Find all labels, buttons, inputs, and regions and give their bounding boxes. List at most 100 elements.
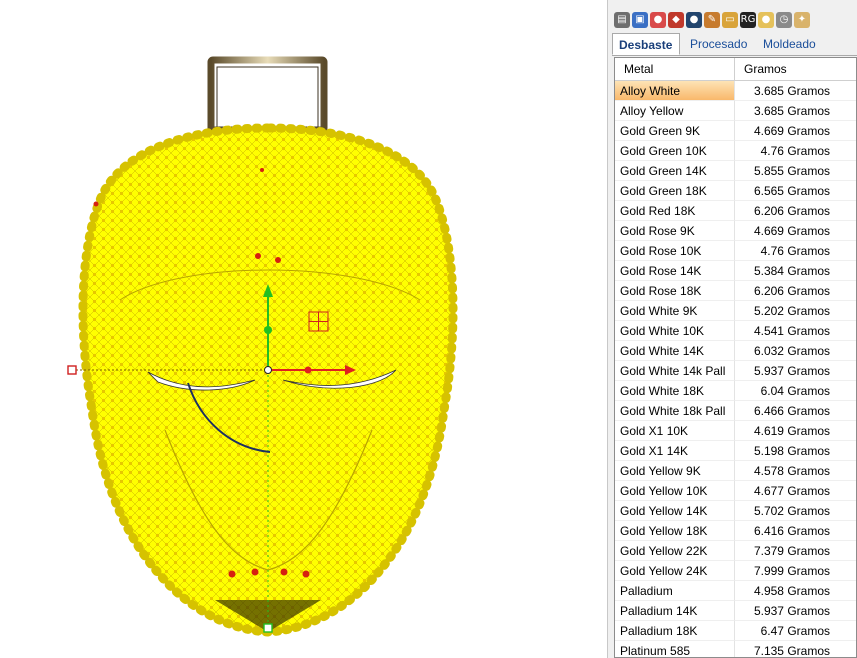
table-row[interactable]: Alloy White 3.685 Gramos [615,81,856,101]
metal-name-cell: Gold White 9K [615,301,735,321]
gizmo-handle-bottom[interactable] [263,623,273,633]
table-row[interactable]: Gold Green 14K 5.855 Gramos [615,161,856,181]
metal-name-cell: Gold Green 10K [615,141,735,161]
weight-cell: 7.135 Gramos [735,641,856,657]
weight-cell: 6.032 Gramos [735,341,856,361]
weight-cell: 5.198 Gramos [735,441,856,461]
metal-name-cell: Gold X1 10K [615,421,735,441]
table-row[interactable]: Gold X1 14K 5.198 Gramos [615,441,856,461]
table-row[interactable]: Gold X1 10K 4.619 Gramos [615,421,856,441]
table-row[interactable]: Gold Rose 9K 4.669 Gramos [615,221,856,241]
metal-name-cell: Gold Green 18K [615,181,735,201]
metal-name-cell: Gold X1 14K [615,441,735,461]
tab-moldeado[interactable]: Moldeado [757,33,827,55]
metal-name-cell: Gold Yellow 22K [615,541,735,561]
table-row[interactable]: Gold White 14k Pall 5.937 Gramos [615,361,856,381]
weight-cell: 4.669 Gramos [735,221,856,241]
weight-cell: 3.685 Gramos [735,81,856,101]
table-row[interactable]: Gold Rose 18K 6.206 Gramos [615,281,856,301]
metal-name-cell: Alloy White [615,81,735,101]
bomb-icon[interactable]: ● [686,12,702,28]
weight-cell: 5.202 Gramos [735,301,856,321]
clock-icon[interactable]: ◷ [776,12,792,28]
table-body: Alloy White 3.685 Gramos Alloy Yellow 3.685… [615,81,856,657]
table-row[interactable]: Gold White 14K 6.032 Gramos [615,341,856,361]
metal-name-cell: Gold Rose 18K [615,281,735,301]
3d-viewport[interactable] [0,0,608,658]
weight-cell: 5.855 Gramos [735,161,856,181]
table-row[interactable]: Gold Yellow 10K 4.677 Gramos [615,481,856,501]
metal-name-cell: Palladium [615,581,735,601]
table-row[interactable]: Gold White 9K 5.202 Gramos [615,301,856,321]
metal-name-cell: Gold Red 18K [615,201,735,221]
metal-weight-table: Metal Gramos Alloy White 3.685 Gramos Allo… [614,57,857,658]
weight-cell: 6.47 Gramos [735,621,856,641]
metal-name-cell: Gold White 14k Pall [615,361,735,381]
table-row[interactable]: Gold Yellow 24K 7.999 Gramos [615,561,856,581]
pencil-icon[interactable]: ✎ [704,12,720,28]
gizmo-handle-left[interactable] [67,365,77,375]
table-row[interactable]: Gold Yellow 9K 4.578 Gramos [615,461,856,481]
table-row[interactable]: Alloy Yellow 3.685 Gramos [615,101,856,121]
weight-cell: 5.384 Gramos [735,261,856,281]
metal-name-cell: Gold Yellow 24K [615,561,735,581]
weight-cell: 4.76 Gramos [735,141,856,161]
metal-name-cell: Gold White 18K [615,381,735,401]
weight-cell: 6.416 Gramos [735,521,856,541]
weight-cell: 6.565 Gramos [735,181,856,201]
column-header-gramos[interactable]: Gramos [735,58,856,80]
weight-cell: 6.466 Gramos [735,401,856,421]
table-row[interactable]: Palladium 4.958 Gramos [615,581,856,601]
folder-icon[interactable]: ▭ [722,12,738,28]
table-row[interactable]: Gold Red 18K 6.206 Gramos [615,201,856,221]
mask-model-render[interactable] [0,0,607,658]
metal-name-cell: Gold Rose 10K [615,241,735,261]
table-row[interactable]: Gold Green 9K 4.669 Gramos [615,121,856,141]
panel-tabs: Desbaste Procesado Moldeado [612,33,857,56]
table-row[interactable]: Gold White 18k Pall 6.466 Gramos [615,401,856,421]
scroll-icon[interactable]: ✦ [794,12,810,28]
color-wheel-icon[interactable]: ● [650,12,666,28]
metal-name-cell: Gold White 14K [615,341,735,361]
table-row[interactable]: Gold White 18K 6.04 Gramos [615,381,856,401]
metal-weight-panel: ▤ ▣ ● ◆ ● ✎ ▭ RG ● ◷ ✦ Desbaste Procesado Moldeado… [608,0,857,658]
metal-name-cell: Gold Yellow 14K [615,501,735,521]
weight-cell: 5.937 Gramos [735,361,856,381]
metal-name-cell: Gold Green 9K [615,121,735,141]
weight-cell: 6.206 Gramos [735,281,856,301]
table-row[interactable]: Gold Rose 14K 5.384 Gramos [615,261,856,281]
print-icon[interactable]: ▤ [614,12,630,28]
table-row[interactable]: Palladium 18K 6.47 Gramos [615,621,856,641]
panel-toolbar: ▤ ▣ ● ◆ ● ✎ ▭ RG ● ◷ ✦ [614,12,810,32]
rg-logo-icon[interactable]: RG [740,12,756,28]
table-row[interactable]: Gold White 10K 4.541 Gramos [615,321,856,341]
table-row[interactable]: Gold Green 18K 6.565 Gramos [615,181,856,201]
weight-cell: 3.685 Gramos [735,101,856,121]
metal-name-cell: Gold Green 14K [615,161,735,181]
metal-name-cell: Platinum 585 [615,641,735,657]
table-row[interactable]: Platinum 585 7.135 Gramos [615,641,856,657]
tab-desbaste[interactable]: Desbaste [612,33,680,55]
monitor-icon[interactable]: ▣ [632,12,648,28]
column-header-metal[interactable]: Metal [615,58,735,80]
weight-cell: 4.578 Gramos [735,461,856,481]
gold-ball-icon[interactable]: ● [758,12,774,28]
weight-cell: 7.379 Gramos [735,541,856,561]
table-row[interactable]: Gold Yellow 18K 6.416 Gramos [615,521,856,541]
table-row[interactable]: Gold Rose 10K 4.76 Gramos [615,241,856,261]
table-header: Metal Gramos [615,58,856,81]
tab-procesado[interactable]: Procesado [684,33,754,55]
metal-name-cell: Gold White 18k Pall [615,401,735,421]
table-row[interactable]: Gold Green 10K 4.76 Gramos [615,141,856,161]
weight-cell: 4.677 Gramos [735,481,856,501]
metal-name-cell: Gold White 10K [615,321,735,341]
weight-cell: 4.669 Gramos [735,121,856,141]
table-row[interactable]: Gold Yellow 22K 7.379 Gramos [615,541,856,561]
weight-cell: 4.958 Gramos [735,581,856,601]
metal-name-cell: Gold Yellow 10K [615,481,735,501]
table-row[interactable]: Gold Yellow 14K 5.702 Gramos [615,501,856,521]
table-row[interactable]: Palladium 14K 5.937 Gramos [615,601,856,621]
weight-cell: 4.619 Gramos [735,421,856,441]
weight-cell: 4.76 Gramos [735,241,856,261]
layers-icon[interactable]: ◆ [668,12,684,28]
